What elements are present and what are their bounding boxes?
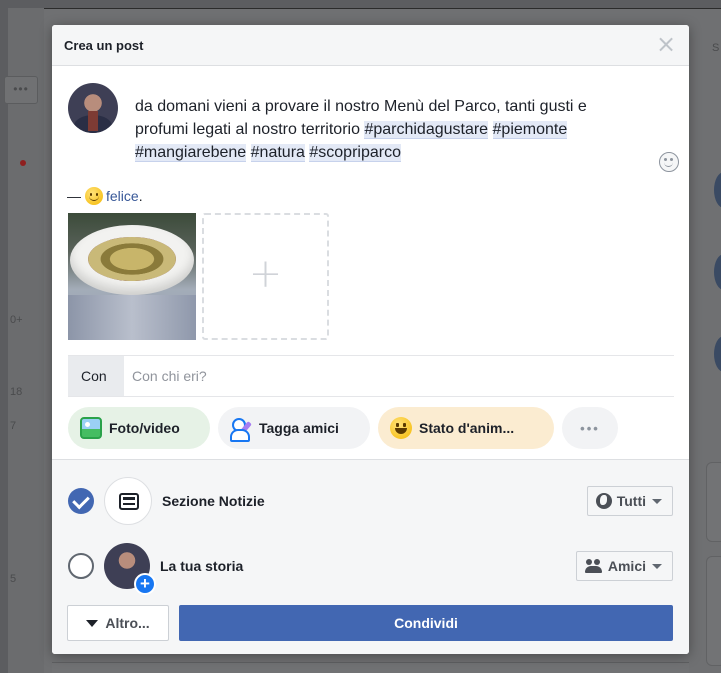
more-button[interactable]: Altro...	[67, 605, 169, 641]
more-icon: •••	[580, 420, 600, 436]
feeling-suffix: .	[138, 188, 143, 204]
background-card	[706, 462, 721, 542]
plus-icon: +	[134, 573, 156, 595]
tag-friends-button[interactable]: Tagga amici	[218, 407, 370, 449]
destination-label: Sezione Notizie	[162, 493, 265, 509]
post-actions: Foto/video Tagga amici Stato d'anim... •…	[68, 407, 626, 449]
feeling-activity-label: Stato d'anim...	[419, 420, 515, 436]
background-more-button: •••	[4, 76, 38, 104]
hashtag[interactable]: #scopriparco	[309, 144, 401, 162]
photo-icon	[80, 417, 102, 439]
smiley-icon	[85, 187, 103, 205]
dialog-header: Crea un post ×	[52, 25, 689, 66]
destination-story[interactable]: + La tua storia Amici	[68, 541, 673, 595]
post-text-area[interactable]: da domani vieni a provare il nostro Menù…	[135, 95, 623, 164]
background-count: 18	[10, 386, 23, 398]
background-strip	[52, 662, 689, 673]
close-icon[interactable]: ×	[655, 32, 677, 56]
more-options-button[interactable]: •••	[562, 407, 618, 449]
feeling-link[interactable]: felice	[106, 188, 139, 204]
friends-icon	[584, 559, 603, 573]
feeling-activity-button[interactable]: Stato d'anim...	[378, 407, 554, 449]
background-notification-dot	[20, 160, 26, 166]
with-label: Con	[68, 356, 124, 396]
hashtag[interactable]: #piemonte	[492, 121, 568, 139]
audience-selector[interactable]: Tutti	[586, 486, 673, 516]
background-right-label: S	[712, 42, 720, 54]
avatar: +	[104, 543, 156, 595]
background-count: 0+	[10, 314, 23, 326]
emoji-picker-icon[interactable]	[659, 152, 679, 172]
globe-icon	[595, 493, 612, 509]
feeling-prefix: —	[67, 188, 81, 204]
tag-friends-label: Tagga amici	[259, 420, 339, 436]
photo-video-button[interactable]: Foto/video	[68, 407, 210, 449]
chevron-down-icon	[652, 498, 662, 504]
news-feed-icon	[104, 477, 152, 525]
background-count: 5	[10, 573, 17, 585]
photo-video-label: Foto/video	[109, 420, 180, 436]
audience-label: Tutti	[616, 493, 646, 509]
more-label: Altro...	[105, 615, 150, 631]
plus-icon: +	[248, 251, 283, 297]
audience-label: Amici	[607, 558, 646, 574]
hashtag[interactable]: #mangiarebene	[135, 144, 247, 162]
tag-people-row: Con	[68, 355, 674, 397]
radio-button[interactable]	[68, 553, 94, 579]
chevron-down-icon	[652, 563, 662, 569]
avatar	[68, 83, 118, 133]
destination-news-feed[interactable]: Sezione Notizie Tutti	[68, 476, 673, 526]
add-photo-button[interactable]: +	[202, 213, 329, 340]
caret-down-icon	[86, 619, 99, 627]
hashtag[interactable]: #parchidagustare	[364, 121, 489, 139]
composer: da domani vieni a provare il nostro Menù…	[52, 66, 689, 180]
dialog-title: Crea un post	[64, 38, 144, 53]
smiley-icon	[390, 417, 412, 439]
feeling-indicator: — felice.	[67, 187, 143, 205]
with-input[interactable]	[124, 356, 674, 396]
checked-icon[interactable]	[68, 488, 94, 514]
create-post-dialog: Crea un post × da domani vieni a provare…	[52, 25, 689, 654]
background-count: 7	[10, 420, 17, 432]
audience-selector[interactable]: Amici	[575, 551, 673, 581]
share-button[interactable]: Condividi	[179, 605, 673, 641]
destination-label: La tua storia	[160, 558, 244, 574]
hashtag[interactable]: #natura	[250, 144, 305, 162]
background-card	[706, 556, 721, 666]
share-options: Sezione Notizie Tutti + La tua storia Am…	[52, 459, 689, 654]
attached-photo[interactable]	[68, 213, 196, 340]
tag-friends-icon	[230, 417, 252, 442]
